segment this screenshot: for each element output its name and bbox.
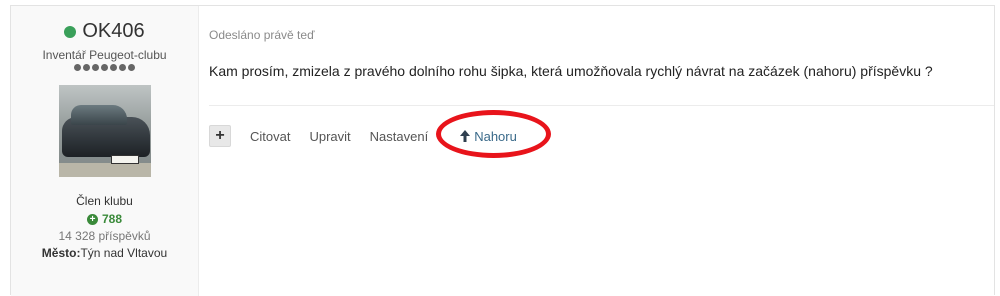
post-controls: + Citovat Upravit Nastavení Nahoru bbox=[209, 125, 517, 147]
rank-dot bbox=[128, 64, 135, 71]
reputation-badge: + 788 bbox=[86, 211, 123, 228]
rank-dot bbox=[110, 64, 117, 71]
online-dot-icon bbox=[64, 25, 77, 38]
author-title: Inventář Peugeot-clubu bbox=[42, 48, 167, 62]
forum-post: OK406 Inventář Peugeot-clubu Člen klubu … bbox=[10, 5, 995, 296]
post-content: Odesláno právě teď Kam prosím, zmizela z… bbox=[209, 6, 994, 158]
edit-button[interactable]: Upravit bbox=[309, 129, 350, 144]
member-group: Člen klubu bbox=[76, 194, 133, 208]
settings-button[interactable]: Nastavení bbox=[370, 129, 429, 144]
location-label: Město: bbox=[41, 246, 81, 260]
multiquote-plus-button[interactable]: + bbox=[209, 125, 231, 147]
rank-dot bbox=[83, 64, 90, 71]
author-meta: Člen klubu + 788 14 328 příspěvků Město:… bbox=[11, 193, 198, 262]
avatar-plate bbox=[110, 155, 139, 164]
divider bbox=[209, 105, 994, 106]
post-count: 14 328 příspěvků bbox=[58, 229, 151, 243]
rank-dot bbox=[119, 64, 126, 71]
avatar-ground bbox=[58, 163, 151, 177]
author-panel: OK406 Inventář Peugeot-clubu Člen klubu … bbox=[11, 6, 199, 296]
rank-dot bbox=[101, 64, 108, 71]
plus-circle-icon: + bbox=[86, 214, 98, 225]
author-location: Město:Týn nad Vltavou bbox=[11, 245, 198, 262]
author-name-row: OK406 bbox=[11, 20, 198, 43]
scroll-to-top-label: Nahoru bbox=[474, 128, 517, 144]
avatar-car-window bbox=[70, 105, 127, 125]
avatar[interactable] bbox=[58, 85, 151, 177]
rank-dots-icon bbox=[11, 64, 198, 71]
arrow-up-icon bbox=[460, 130, 471, 142]
post-message: Kam prosím, zmizela z pravého dolního ro… bbox=[209, 63, 933, 79]
author-name[interactable]: OK406 bbox=[82, 20, 144, 43]
rank-dot bbox=[92, 64, 99, 71]
rank-dot bbox=[74, 64, 81, 71]
scroll-to-top-link[interactable]: Nahoru bbox=[460, 129, 517, 144]
location-value: Týn nad Vltavou bbox=[80, 246, 168, 260]
reputation-value: 788 bbox=[101, 212, 123, 226]
quote-button[interactable]: Citovat bbox=[250, 129, 290, 144]
post-timestamp[interactable]: Odesláno právě teď bbox=[209, 28, 994, 42]
